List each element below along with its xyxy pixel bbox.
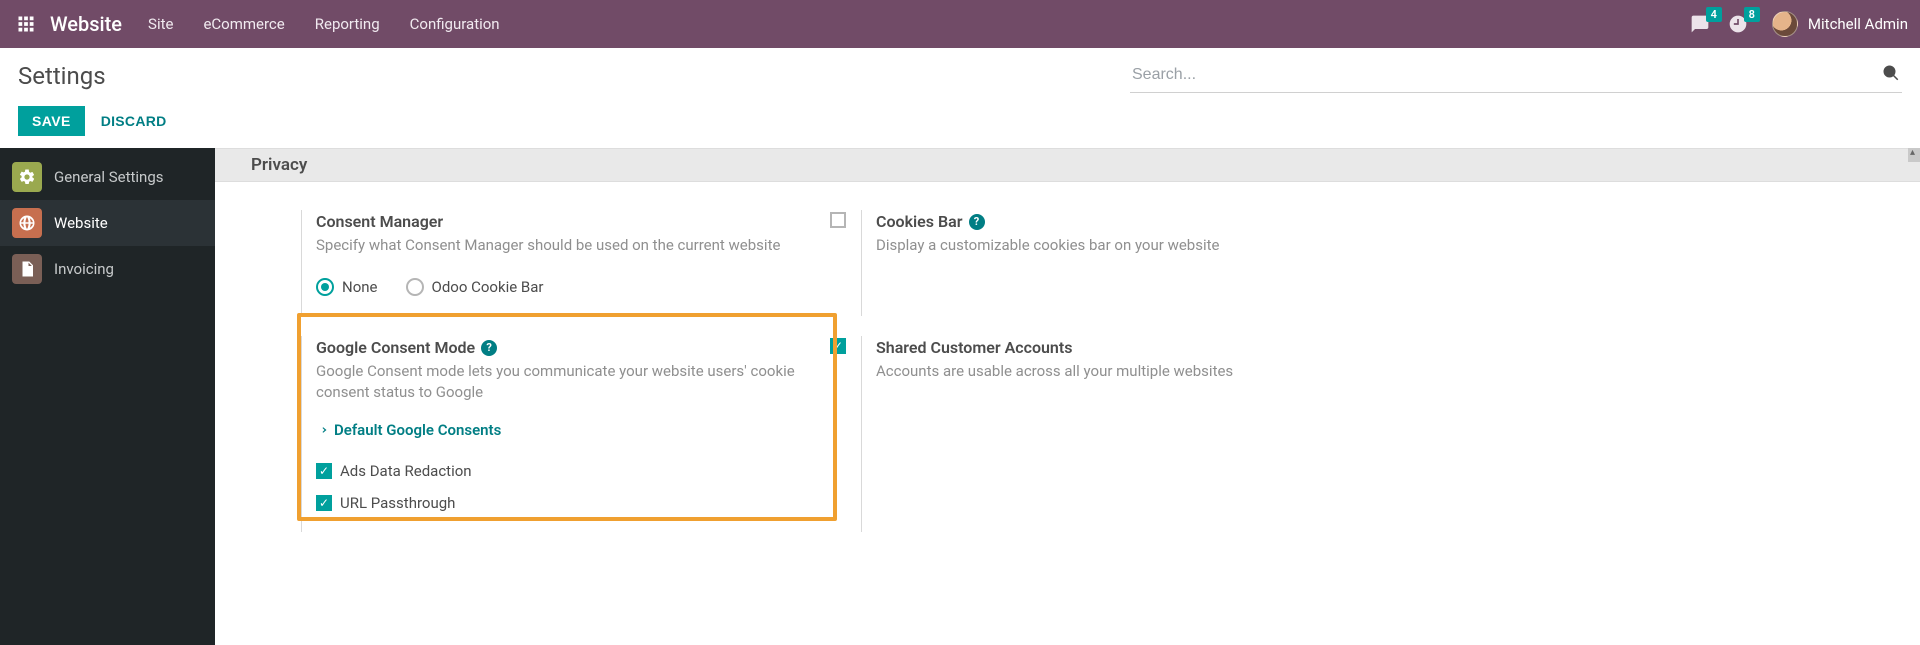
- topmenu-item-reporting[interactable]: Reporting: [315, 15, 380, 33]
- gear-icon: [12, 162, 42, 192]
- sidebar-item-invoicing[interactable]: Invoicing: [0, 246, 215, 292]
- messages-badge: 4: [1706, 7, 1722, 22]
- checkbox-label: Ads Data Redaction: [340, 462, 472, 480]
- shared-accounts-checkbox[interactable]: ✓: [830, 338, 846, 354]
- check-url-passthrough[interactable]: ✓ URL Passthrough: [316, 494, 841, 512]
- actions-row: SAVE DISCARD: [0, 92, 1920, 148]
- consent-manager-desc: Specify what Consent Manager should be u…: [316, 235, 816, 256]
- activities-badge: 8: [1744, 7, 1760, 22]
- google-consent-desc: Google Consent mode lets you communicate…: [316, 361, 816, 403]
- help-icon[interactable]: ?: [969, 214, 985, 230]
- setting-consent-manager: Consent Manager Specify what Consent Man…: [301, 210, 861, 316]
- check-ads-data-redaction[interactable]: ✓ Ads Data Redaction: [316, 462, 841, 480]
- sidebar-item-label: General Settings: [54, 168, 164, 186]
- sidebar-item-label: Website: [54, 214, 108, 232]
- subheader: Settings: [0, 48, 1920, 92]
- setting-title: Consent Manager: [316, 212, 841, 231]
- topmenu-item-site[interactable]: Site: [148, 15, 173, 33]
- save-button[interactable]: SAVE: [18, 106, 85, 136]
- topmenu-item-configuration[interactable]: Configuration: [410, 15, 500, 33]
- link-label: Default Google Consents: [334, 421, 501, 439]
- apps-icon[interactable]: [12, 10, 40, 38]
- user-menu[interactable]: Mitchell Admin: [1772, 11, 1908, 37]
- scroll-up-indicator[interactable]: [1908, 148, 1920, 162]
- sidebar-item-website[interactable]: Website: [0, 200, 215, 246]
- settings-sidebar: General Settings Website Invoicing: [0, 148, 215, 645]
- setting-google-consent-mode: Google Consent Mode ? Google Consent mod…: [301, 336, 861, 532]
- radio-none[interactable]: None: [316, 278, 378, 296]
- app-brand[interactable]: Website: [50, 12, 122, 36]
- radio-dot-icon: [316, 278, 334, 296]
- discard-button[interactable]: DISCARD: [101, 113, 167, 129]
- search-icon[interactable]: [1882, 64, 1900, 86]
- cookies-bar-checkbox[interactable]: [830, 212, 846, 228]
- consent-manager-title: Consent Manager: [316, 212, 443, 231]
- shared-accounts-title: Shared Customer Accounts: [876, 338, 1072, 357]
- radio-dot-icon: [406, 278, 424, 296]
- search-wrap: [1130, 60, 1902, 93]
- sidebar-item-general-settings[interactable]: General Settings: [0, 154, 215, 200]
- cookies-bar-desc: Display a customizable cookies bar on yo…: [876, 235, 1376, 256]
- globe-icon: [12, 208, 42, 238]
- activities-icon[interactable]: 8: [1728, 14, 1748, 34]
- setting-shared-customer-accounts: ✓ Shared Customer Accounts Accounts are …: [861, 336, 1421, 532]
- avatar: [1772, 11, 1798, 37]
- top-menu: Site eCommerce Reporting Configuration: [148, 15, 500, 33]
- radio-label: None: [342, 278, 378, 296]
- radio-label: Odoo Cookie Bar: [432, 278, 544, 296]
- default-google-consents-link[interactable]: Default Google Consents: [316, 421, 501, 439]
- shared-accounts-desc: Accounts are usable across all your mult…: [876, 361, 1376, 382]
- radio-odoo-cookie-bar[interactable]: Odoo Cookie Bar: [406, 278, 544, 296]
- checkbox-icon: ✓: [316, 463, 332, 479]
- body: General Settings Website Invoicing Priva…: [0, 148, 1920, 645]
- setting-cookies-bar: Cookies Bar ? Display a customizable coo…: [861, 210, 1421, 316]
- topbar: Website Site eCommerce Reporting Configu…: [0, 0, 1920, 48]
- settings-grid: Consent Manager Specify what Consent Man…: [215, 182, 1920, 532]
- search-input[interactable]: [1130, 60, 1902, 93]
- consent-manager-radio-group: None Odoo Cookie Bar: [316, 278, 841, 296]
- settings-content: Privacy Consent Manager Specify what Con…: [215, 148, 1920, 645]
- section-header-privacy: Privacy: [215, 148, 1920, 182]
- checkbox-icon: ✓: [316, 495, 332, 511]
- messages-icon[interactable]: 4: [1690, 14, 1710, 34]
- help-icon[interactable]: ?: [481, 340, 497, 356]
- topmenu-item-ecommerce[interactable]: eCommerce: [203, 15, 284, 33]
- sidebar-item-label: Invoicing: [54, 260, 114, 278]
- topbar-right: 4 8 Mitchell Admin: [1690, 11, 1908, 37]
- google-consent-title: Google Consent Mode: [316, 338, 475, 357]
- username: Mitchell Admin: [1808, 15, 1908, 33]
- invoice-icon: [12, 254, 42, 284]
- page-title: Settings: [18, 62, 106, 90]
- checkbox-label: URL Passthrough: [340, 494, 455, 512]
- cookies-bar-title: Cookies Bar: [876, 212, 963, 231]
